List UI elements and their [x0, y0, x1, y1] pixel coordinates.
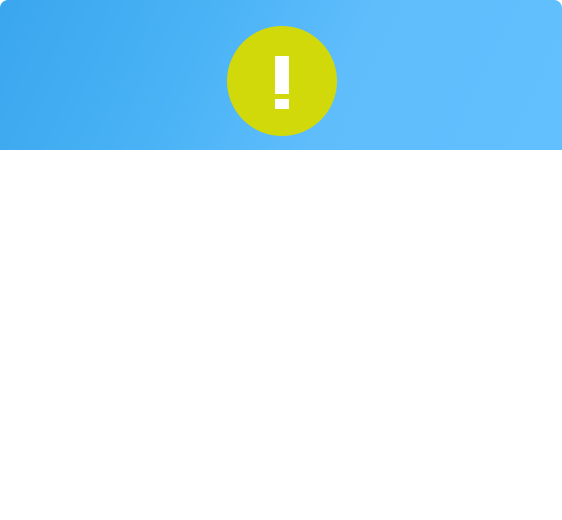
- alert-dialog: [0, 0, 562, 520]
- alert-badge: [227, 26, 337, 136]
- dialog-body: [0, 150, 562, 520]
- dialog-header: [0, 0, 562, 150]
- exclamation-icon: [275, 56, 289, 109]
